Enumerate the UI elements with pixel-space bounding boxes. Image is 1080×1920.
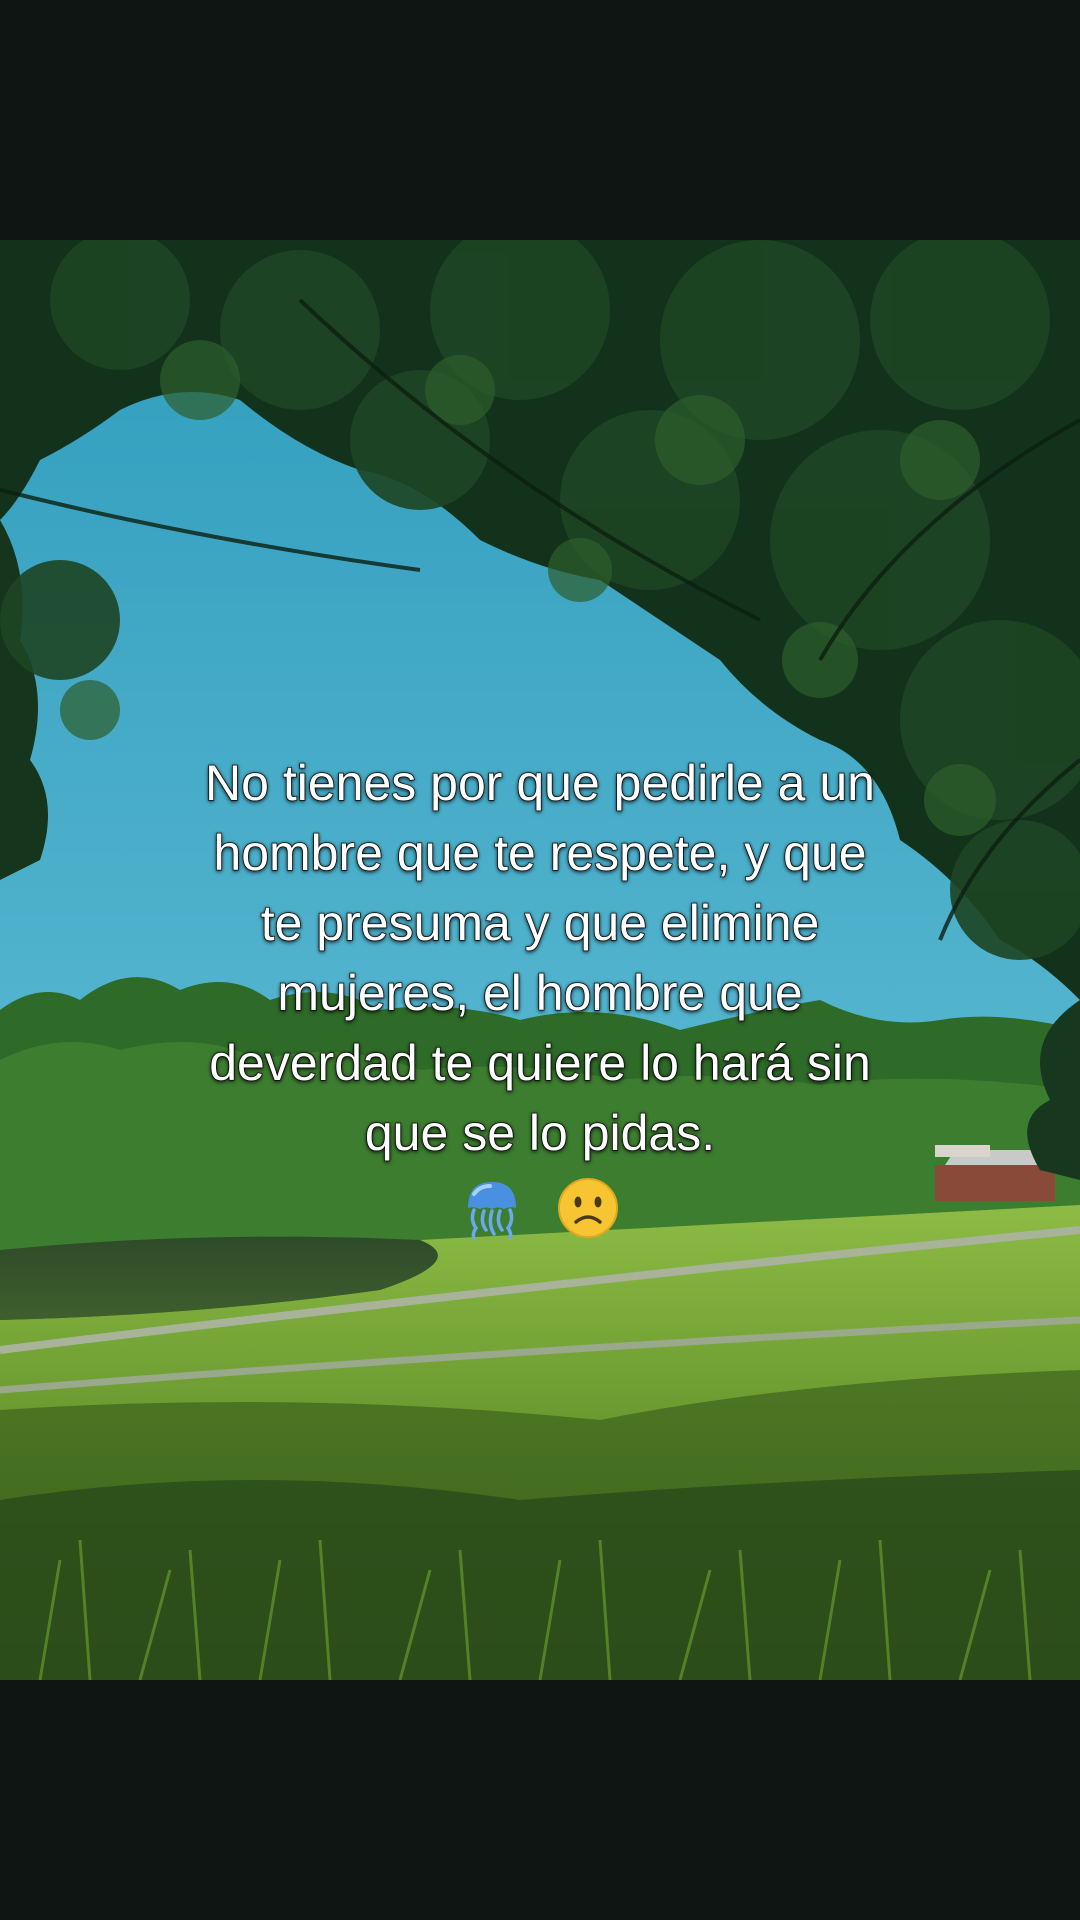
caption-line: mujeres, el hombre que <box>277 964 804 1022</box>
emoji-row <box>0 1168 1080 1240</box>
caption-line: hombre que te respete, y que <box>213 824 868 882</box>
letterbox-bottom <box>0 1680 1080 1920</box>
caption-line: deverdad te quiere lo hará sin <box>208 1034 871 1092</box>
caption-line: que se lo pidas. <box>364 1104 716 1162</box>
caption-line: te presuma y que elimine <box>260 894 820 952</box>
letterbox-top <box>0 0 1080 240</box>
caption-text: No tienes por que pedirle a un hombre qu… <box>100 748 980 1168</box>
caption-line: No tienes por que pedirle a un <box>204 754 875 812</box>
jellyfish-emoji-icon <box>467 1181 516 1240</box>
slightly-frowning-face-emoji-icon <box>558 1177 619 1238</box>
